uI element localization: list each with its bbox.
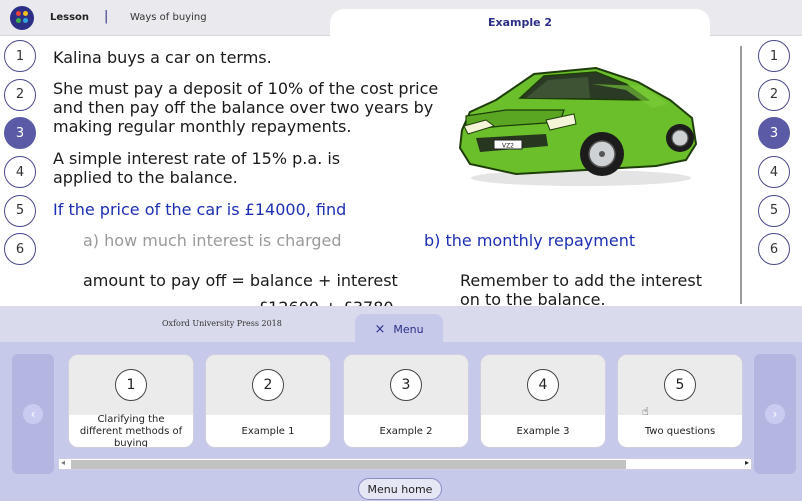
top-bar: Lesson | Ways of buying Example 2: [0, 0, 802, 39]
menu-card-3[interactable]: 3 Example 2: [343, 354, 469, 448]
text-line-5: A simple interest rate of 15% p.a. is: [53, 149, 341, 168]
breadcrumb-separator: |: [104, 9, 109, 24]
text-line-4: making regular monthly repayments.: [53, 117, 352, 136]
hint-line-2: on to the balance.: [460, 290, 606, 306]
scroll-left-icon[interactable]: ◂: [61, 458, 65, 467]
close-icon[interactable]: ×: [374, 322, 385, 337]
card-label: Example 2: [379, 426, 433, 437]
breadcrumb-lesson[interactable]: Lesson: [50, 12, 89, 23]
tab-example-2: Example 2: [330, 9, 710, 39]
step-1-button[interactable]: 1: [4, 40, 36, 72]
hand-cursor-icon: ☝: [642, 405, 649, 418]
card-number: 5: [664, 369, 696, 401]
step-4-button[interactable]: 4: [4, 156, 36, 189]
content-scrollbar[interactable]: [740, 46, 742, 304]
card-number: 2: [252, 369, 284, 401]
step-2-button[interactable]: 2: [4, 78, 36, 111]
car-image: VZ2: [458, 66, 698, 186]
part-b-text: b) the monthly repayment: [424, 231, 636, 250]
hint-line-1: Remember to add the interest: [460, 271, 702, 290]
step-1-button[interactable]: 1: [758, 40, 790, 72]
step-6-button[interactable]: 6: [758, 233, 790, 266]
menu-home-button[interactable]: Menu home: [358, 478, 442, 500]
footer-band: Oxford University Press 2018 × Menu: [0, 306, 802, 344]
step-5-button[interactable]: 5: [4, 194, 36, 227]
card-label: Clarifying the different methods of buyi…: [79, 414, 183, 448]
menu-scrollbar-thumb[interactable]: [71, 460, 626, 469]
step-4-button[interactable]: 4: [758, 156, 790, 189]
card-number: 1: [115, 369, 147, 401]
text-line-1: Kalina buys a car on terms.: [53, 48, 272, 67]
scroll-right-icon[interactable]: ▸: [745, 458, 749, 467]
text-line-2: She must pay a deposit of 10% of the cos…: [53, 79, 439, 98]
step-nav-left: 1 2 3 4 5 6: [4, 40, 38, 272]
step-6-button[interactable]: 6: [4, 233, 36, 266]
menu-prev-button[interactable]: ‹: [12, 354, 54, 474]
menu-card-5[interactable]: 5 Two questions: [617, 354, 743, 448]
text-line-3: and then pay off the balance over two ye…: [53, 98, 434, 117]
step-nav-right: 1 2 3 4 5 6: [758, 40, 792, 272]
chevron-left-icon: ‹: [23, 404, 43, 424]
menu-tab-button[interactable]: × Menu: [355, 314, 443, 344]
lesson-content: 1 2 3 4 5 6 Kalina buys a car on terms. …: [0, 36, 802, 306]
text-line-6: applied to the balance.: [53, 168, 238, 187]
formula-text: amount to pay off = balance + interest: [83, 271, 398, 290]
menu-tab-label: Menu: [393, 322, 424, 336]
step-5-button[interactable]: 5: [758, 194, 790, 227]
menu-scrollbar[interactable]: ◂ ▸: [58, 458, 752, 470]
menu-cards: 1 Clarifying the different methods of bu…: [68, 354, 744, 450]
card-label: Example 3: [516, 426, 570, 437]
menu-next-button[interactable]: ›: [754, 354, 796, 474]
question-line: If the price of the car is £14000, find: [53, 200, 347, 219]
menu-card-1[interactable]: 1 Clarifying the different methods of bu…: [68, 354, 194, 448]
step-3-button[interactable]: 3: [758, 117, 790, 150]
step-3-button[interactable]: 3: [4, 117, 36, 150]
chevron-right-icon: ›: [765, 404, 785, 424]
copyright-text: Oxford University Press 2018: [162, 319, 282, 328]
card-label: Two questions: [644, 426, 716, 437]
breadcrumb-title: Ways of buying: [130, 12, 207, 23]
menu-card-4[interactable]: 4 Example 3: [480, 354, 606, 448]
card-label: Example 1: [241, 426, 295, 437]
part-a-text: a) how much interest is charged: [83, 231, 342, 250]
card-number: 3: [390, 369, 422, 401]
menu-card-2[interactable]: 2 Example 1: [205, 354, 331, 448]
menu-panel: ‹ 1 Clarifying the different methods of …: [0, 342, 802, 501]
step-2-button[interactable]: 2: [758, 78, 790, 111]
license-plate: VZ2: [502, 143, 514, 150]
working-partial: £12600 + £3780: [258, 298, 394, 306]
card-number: 4: [527, 369, 559, 401]
app-logo-icon[interactable]: [10, 6, 34, 30]
